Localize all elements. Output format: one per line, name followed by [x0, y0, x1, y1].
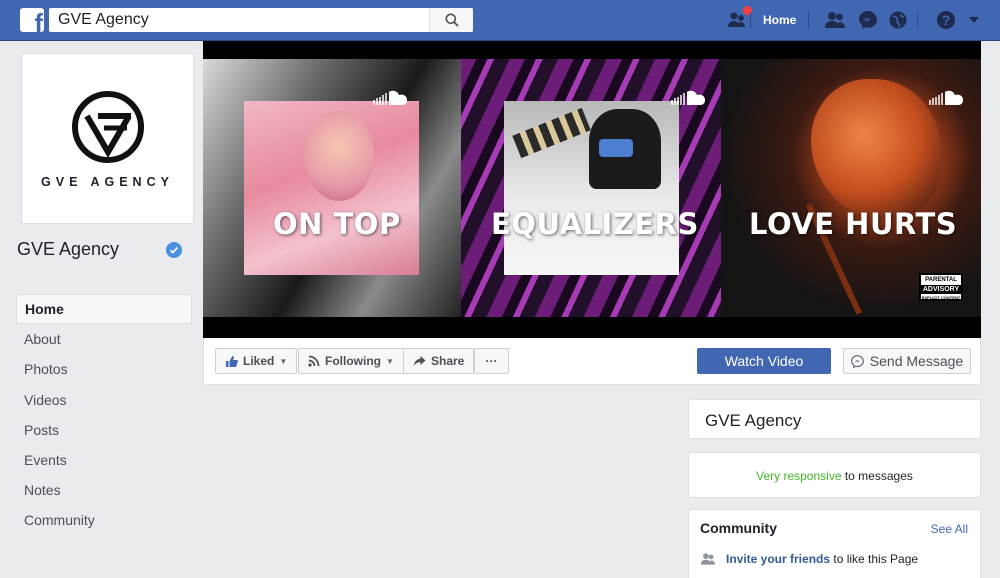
nav-item-posts[interactable]: Posts [16, 415, 192, 445]
friend-requests-icon[interactable] [726, 6, 752, 31]
cover-title-on-top: ON TOP [273, 207, 401, 241]
search-input[interactable] [49, 8, 429, 32]
notifications-globe-icon[interactable] [887, 9, 909, 31]
share-arrow-icon [413, 356, 426, 366]
logo-wordmark: GVE AGENCY [41, 175, 174, 189]
nav-item-notes[interactable]: Notes [16, 475, 192, 505]
nav-item-videos[interactable]: Videos [16, 385, 192, 415]
thumbs-up-icon [226, 355, 238, 367]
cover-title-equalizers: EQUALIZERS [491, 207, 699, 241]
gve-logo-icon [72, 91, 144, 163]
share-label: Share [431, 354, 465, 368]
rss-following-icon [308, 355, 320, 367]
cover-panel-on-top: ON TOP [203, 59, 461, 317]
responsiveness-text: Very responsive to messages [756, 469, 913, 483]
verified-badge-icon [166, 242, 182, 258]
share-button[interactable]: Share [403, 348, 475, 374]
responsive-highlight: Very responsive [756, 469, 842, 483]
liked-label: Liked [243, 354, 275, 368]
page-navigation: Home About Photos Videos Posts Events No… [16, 294, 192, 536]
following-label: Following [325, 354, 381, 368]
cover-photo[interactable]: ON TOP EQUALIZERS LOVE HURTS PARENTAL AD… [203, 41, 981, 338]
top-navigation-bar: f Home ? [0, 0, 1000, 41]
account-menu-chevron-down-icon[interactable] [963, 9, 985, 31]
friends-icon[interactable] [824, 9, 846, 31]
album-art-equalizers [504, 101, 679, 275]
home-link[interactable]: Home [763, 13, 796, 27]
community-heading: Community [700, 520, 777, 536]
nav-item-events[interactable]: Events [16, 445, 192, 475]
caret-down-icon: ▼ [386, 356, 394, 366]
community-card: Community See All Invite your friends to… [688, 509, 981, 578]
send-message-label: Send Message [869, 353, 964, 369]
more-options-button[interactable]: ··· [474, 348, 509, 374]
nav-item-home[interactable]: Home [16, 294, 192, 325]
send-message-button[interactable]: Send Message [843, 348, 971, 374]
see-all-link[interactable]: See All [931, 522, 968, 536]
help-icon[interactable]: ? [935, 9, 957, 31]
svg-text:?: ? [942, 12, 951, 28]
rose-artwork [811, 79, 941, 219]
page-name[interactable]: GVE Agency [17, 239, 119, 260]
nav-item-community[interactable]: Community [16, 505, 192, 535]
nav-divider [917, 12, 918, 28]
facebook-logo-icon[interactable]: f [20, 8, 44, 32]
liked-button[interactable]: Liked ▼ [215, 348, 298, 374]
invite-friends-row: Invite your friends to like this Page [700, 552, 918, 566]
messenger-icon[interactable] [857, 9, 879, 31]
page-action-bar: Liked ▼ Following ▼ Share ··· Watch Vide… [203, 338, 981, 385]
card-page-title[interactable]: GVE Agency [705, 411, 801, 431]
parental-advisory-label: PARENTAL ADVISORY EXPLICIT CONTENT [919, 273, 963, 301]
responsiveness-card: Very responsive to messages [688, 452, 981, 498]
page-name-card: GVE Agency [688, 399, 981, 439]
cover-panel-equalizers: EQUALIZERS [461, 59, 721, 317]
album-art-on-top [244, 101, 419, 275]
more-options-label: ··· [485, 354, 498, 368]
nav-divider [750, 12, 751, 28]
messenger-icon [850, 354, 864, 368]
search-button[interactable] [429, 8, 473, 32]
nav-item-about[interactable]: About [16, 324, 192, 354]
search-box [49, 8, 473, 32]
cover-title-love-hurts: LOVE HURTS [749, 207, 958, 241]
soundcloud-icon [373, 90, 407, 105]
search-icon [445, 13, 459, 27]
nav-divider [808, 12, 809, 28]
invite-friends-link[interactable]: Invite your friends [726, 552, 830, 566]
people-icon [701, 553, 715, 565]
caret-down-icon: ▼ [279, 356, 288, 366]
soundcloud-icon [671, 90, 705, 105]
nav-item-photos[interactable]: Photos [16, 354, 192, 384]
profile-picture[interactable]: GVE AGENCY [21, 53, 194, 224]
following-button[interactable]: Following ▼ [298, 348, 404, 374]
watch-video-button[interactable]: Watch Video [697, 348, 831, 374]
soundcloud-icon [929, 90, 963, 105]
